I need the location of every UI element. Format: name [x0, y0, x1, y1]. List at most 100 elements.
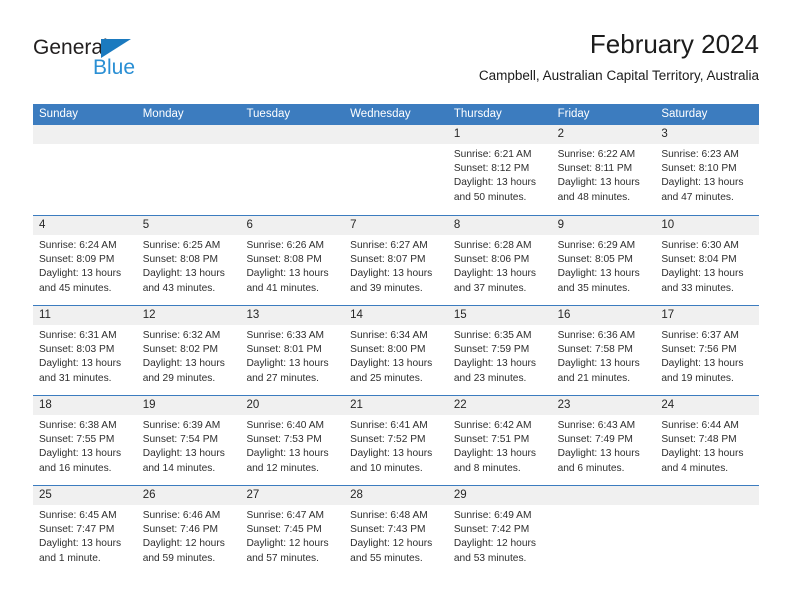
daylight-text: Daylight: 13 hours — [39, 268, 122, 280]
day-details: Sunrise: 6:28 AM Sunset: 8:06 PM Daylight:… — [448, 235, 552, 296]
day-number: 29 — [447, 486, 552, 505]
day-cell[interactable]: 14 Sunrise: 6:34 AM Sunset: 8:00 PM Dayligh… — [344, 306, 448, 395]
sunset-text: Sunset: 7:47 PM — [39, 524, 115, 536]
sunrise-text: Sunrise: 6:35 AM — [453, 330, 532, 341]
day-cell[interactable]: 10 Sunrise: 6:30 AM Sunset: 8:04 PM Dayligh… — [655, 216, 760, 305]
daylight-text-cont: and 1 minute. — [39, 552, 101, 564]
daylight-text: Daylight: 12 hours — [246, 538, 329, 550]
day-cell[interactable]: 2 Sunrise: 6:22 AM Sunset: 8:11 PM Daylight… — [551, 125, 656, 215]
sunset-text: Sunset: 7:42 PM — [453, 524, 530, 536]
day-number: 14 — [344, 306, 448, 325]
daylight-text-cont: and 59 minutes. — [142, 552, 216, 564]
day-cell[interactable]: 12 Sunrise: 6:32 AM Sunset: 8:02 PM Dayligh… — [136, 306, 241, 395]
day-number: 15 — [447, 306, 552, 325]
day-details: Sunrise: 6:35 AM Sunset: 7:59 PM Daylight:… — [448, 325, 552, 386]
daylight-text-cont: and 27 minutes. — [246, 372, 319, 384]
sunset-text: Sunset: 7:59 PM — [453, 344, 530, 356]
daylight-text: Daylight: 13 hours — [661, 358, 744, 370]
day-cell[interactable]: 19 Sunrise: 6:39 AM Sunset: 7:54 PM Dayligh… — [136, 396, 241, 485]
day-number: 13 — [240, 306, 345, 325]
week-row: 4 Sunrise: 6:24 AM Sunset: 8:09 PM Daylight… — [33, 215, 760, 305]
day-cell[interactable]: 26 Sunrise: 6:46 AM Sunset: 7:46 PM Dayligh… — [136, 486, 241, 575]
day-cell[interactable]: 4 Sunrise: 6:24 AM Sunset: 8:09 PM Daylight… — [33, 216, 137, 305]
day-details: Sunrise: 6:40 AM Sunset: 7:53 PM Daylight:… — [240, 415, 344, 476]
day-number: 1 — [447, 125, 552, 144]
day-number — [551, 486, 656, 505]
sunrise-text: Sunrise: 6:31 AM — [39, 330, 117, 341]
sunrise-text: Sunrise: 6:25 AM — [142, 240, 221, 251]
day-number: 25 — [33, 486, 137, 505]
day-cell[interactable]: 11 Sunrise: 6:31 AM Sunset: 8:03 PM Dayligh… — [33, 306, 137, 395]
day-cell[interactable]: 8 Sunrise: 6:28 AM Sunset: 8:06 PM Daylight… — [447, 216, 552, 305]
day-number — [33, 125, 137, 144]
sunset-text: Sunset: 7:51 PM — [453, 434, 530, 446]
daylight-text-cont: and 16 minutes. — [39, 462, 112, 474]
daylight-text: Daylight: 13 hours — [350, 268, 433, 280]
sunset-text: Sunset: 8:10 PM — [661, 163, 737, 175]
daylight-text-cont: and 8 minutes. — [453, 462, 521, 474]
day-number — [344, 125, 448, 144]
day-number: 10 — [655, 216, 760, 235]
day-cell[interactable]: 22 Sunrise: 6:42 AM Sunset: 7:51 PM Dayligh… — [447, 396, 552, 485]
sunrise-text: Sunrise: 6:37 AM — [661, 330, 739, 341]
day-details: Sunrise: 6:29 AM Sunset: 8:05 PM Daylight:… — [552, 235, 656, 296]
day-cell-empty — [136, 125, 241, 215]
day-details: Sunrise: 6:27 AM Sunset: 8:07 PM Daylight:… — [344, 235, 448, 296]
sunrise-text: Sunrise: 6:26 AM — [246, 240, 325, 251]
day-number: 8 — [447, 216, 552, 235]
day-cell[interactable]: 20 Sunrise: 6:40 AM Sunset: 7:53 PM Dayligh… — [240, 396, 345, 485]
daylight-text: Daylight: 13 hours — [142, 268, 225, 280]
day-details: Sunrise: 6:47 AM Sunset: 7:45 PM Daylight:… — [240, 505, 344, 566]
day-cell[interactable]: 1 Sunrise: 6:21 AM Sunset: 8:12 PM Daylight… — [447, 125, 552, 215]
sunrise-text: Sunrise: 6:32 AM — [142, 330, 221, 341]
sunrise-text: Sunrise: 6:49 AM — [453, 510, 532, 521]
sunset-text: Sunset: 7:53 PM — [246, 434, 322, 446]
day-cell[interactable]: 21 Sunrise: 6:41 AM Sunset: 7:52 PM Dayligh… — [344, 396, 448, 485]
day-details: Sunrise: 6:24 AM Sunset: 8:09 PM Daylight:… — [33, 235, 137, 296]
day-cell[interactable]: 25 Sunrise: 6:45 AM Sunset: 7:47 PM Dayligh… — [33, 486, 137, 575]
sunrise-text: Sunrise: 6:41 AM — [350, 420, 428, 431]
weekday-header-row: Sunday Monday Tuesday Wednesday Thursday Frid… — [33, 104, 759, 125]
day-cell[interactable]: 16 Sunrise: 6:36 AM Sunset: 7:58 PM Dayligh… — [551, 306, 656, 395]
day-cell-empty — [240, 125, 345, 215]
weekday-header-tuesday: Tuesday — [246, 108, 291, 120]
day-cell[interactable]: 9 Sunrise: 6:29 AM Sunset: 8:05 PM Daylight… — [551, 216, 656, 305]
calendar-weeks: 1 Sunrise: 6:21 AM Sunset: 8:12 PM Daylight… — [33, 125, 760, 575]
day-cell[interactable]: 5 Sunrise: 6:25 AM Sunset: 8:08 PM Daylight… — [136, 216, 241, 305]
day-number: 21 — [344, 396, 448, 415]
sunset-text: Sunset: 7:49 PM — [557, 434, 633, 446]
sunset-text: Sunset: 8:08 PM — [246, 254, 322, 266]
daylight-text: Daylight: 13 hours — [142, 448, 225, 460]
day-cell[interactable]: 3 Sunrise: 6:23 AM Sunset: 8:10 PM Daylight… — [655, 125, 760, 215]
sunrise-text: Sunrise: 6:44 AM — [661, 420, 739, 431]
sunrise-text: Sunrise: 6:46 AM — [142, 510, 221, 521]
daylight-text: Daylight: 13 hours — [557, 268, 640, 280]
daylight-text: Daylight: 13 hours — [39, 358, 122, 370]
daylight-text-cont: and 41 minutes. — [246, 282, 319, 294]
day-cell[interactable]: 23 Sunrise: 6:43 AM Sunset: 7:49 PM Dayligh… — [551, 396, 656, 485]
day-cell[interactable]: 27 Sunrise: 6:47 AM Sunset: 7:45 PM Dayligh… — [240, 486, 345, 575]
day-cell[interactable]: 6 Sunrise: 6:26 AM Sunset: 8:08 PM Daylight… — [240, 216, 345, 305]
general-blue-logo[interactable]: General Blue — [33, 36, 163, 88]
day-cell[interactable]: 24 Sunrise: 6:44 AM Sunset: 7:48 PM Dayligh… — [655, 396, 760, 485]
day-cell[interactable]: 18 Sunrise: 6:38 AM Sunset: 7:55 PM Dayligh… — [33, 396, 137, 485]
sunrise-text: Sunrise: 6:21 AM — [453, 149, 532, 160]
day-details: Sunrise: 6:41 AM Sunset: 7:52 PM Daylight:… — [344, 415, 448, 476]
day-cell[interactable]: 17 Sunrise: 6:37 AM Sunset: 7:56 PM Dayligh… — [655, 306, 760, 395]
day-cell[interactable]: 15 Sunrise: 6:35 AM Sunset: 7:59 PM Dayligh… — [447, 306, 552, 395]
daylight-text: Daylight: 12 hours — [350, 538, 433, 550]
day-number: 26 — [136, 486, 241, 505]
daylight-text-cont: and 53 minutes. — [453, 552, 527, 564]
day-number: 3 — [655, 125, 760, 144]
day-details: Sunrise: 6:34 AM Sunset: 8:00 PM Daylight:… — [344, 325, 448, 386]
daylight-text: Daylight: 13 hours — [557, 358, 640, 370]
day-number: 17 — [655, 306, 760, 325]
day-cell[interactable]: 13 Sunrise: 6:33 AM Sunset: 8:01 PM Dayligh… — [240, 306, 345, 395]
day-cell[interactable]: 7 Sunrise: 6:27 AM Sunset: 8:07 PM Daylight… — [344, 216, 448, 305]
day-cell-empty — [344, 125, 448, 215]
daylight-text: Daylight: 13 hours — [557, 448, 640, 460]
day-details: Sunrise: 6:48 AM Sunset: 7:43 PM Daylight:… — [344, 505, 448, 566]
day-cell[interactable]: 29 Sunrise: 6:49 AM Sunset: 7:42 PM Dayligh… — [447, 486, 552, 575]
day-cell[interactable]: 28 Sunrise: 6:48 AM Sunset: 7:43 PM Dayligh… — [344, 486, 448, 575]
sunrise-text: Sunrise: 6:30 AM — [661, 240, 739, 251]
